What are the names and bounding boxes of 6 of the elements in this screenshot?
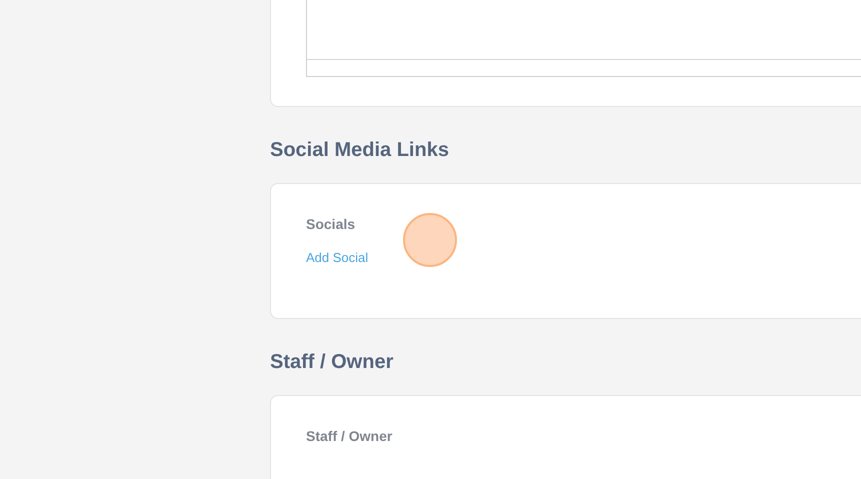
section-heading: Social Media Links bbox=[270, 138, 450, 163]
text-editor-field[interactable] bbox=[306, 0, 861, 77]
field-label: Socials bbox=[306, 216, 356, 232]
field-label: Staff / Owner bbox=[306, 428, 392, 444]
section-heading: Staff / Owner bbox=[270, 350, 394, 375]
add-social-link[interactable]: Add Social bbox=[306, 250, 368, 265]
